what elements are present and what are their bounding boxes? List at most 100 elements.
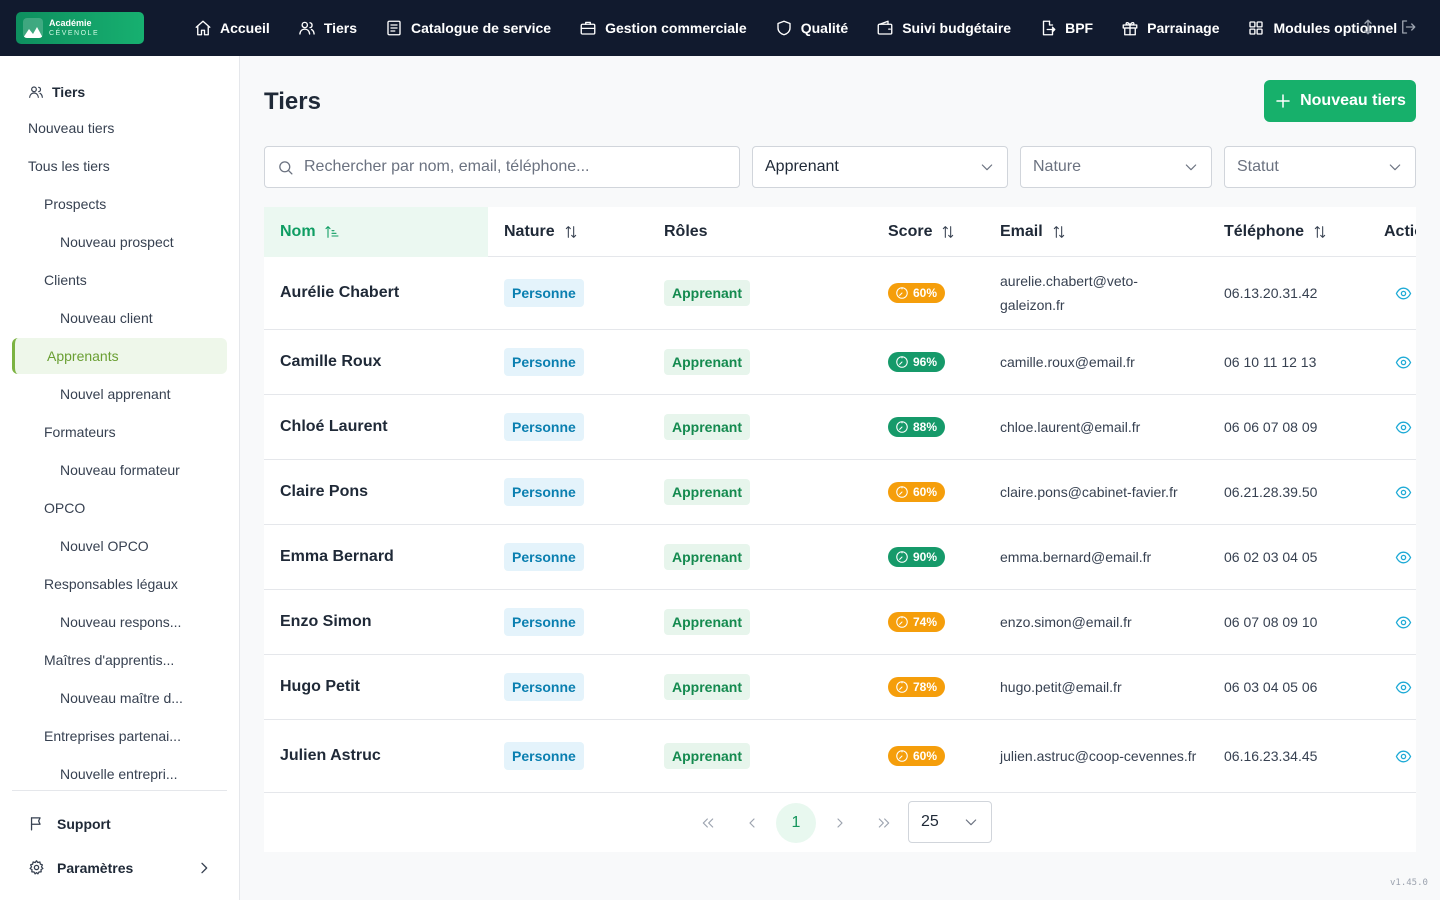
row-role-cell: Apprenant <box>664 257 750 329</box>
table-row[interactable]: Claire Pons Personne Apprenant 60% claire.po… <box>264 460 1416 525</box>
sidebar-item-opco[interactable]: OPCO <box>44 490 85 526</box>
home-icon <box>195 20 211 36</box>
gauge-icon <box>896 750 908 762</box>
row-nom[interactable]: Julien Astruc <box>280 720 381 792</box>
row-role-cell: Apprenant <box>664 395 750 459</box>
column-header-nature[interactable]: Nature <box>504 207 579 257</box>
gauge-icon <box>896 356 908 368</box>
wallet-icon <box>877 20 893 35</box>
chevron-right-icon[interactable] <box>196 860 212 876</box>
nav-item-bpf[interactable]: BPF <box>1025 0 1107 56</box>
column-header-email[interactable]: Email <box>1000 207 1067 257</box>
sidebar-item-nouveau-tiers[interactable]: Nouveau tiers <box>28 110 114 146</box>
logout-icon[interactable] <box>1399 18 1417 36</box>
table-row[interactable]: Aurélie Chabert Personne Apprenant 60% aurel… <box>264 257 1416 330</box>
nature-badge: Personne <box>504 279 584 307</box>
next-page-button[interactable] <box>820 803 860 843</box>
sidebar-item-nouveau-maitre[interactable]: Nouveau maître d... <box>60 680 183 716</box>
sidebar-header[interactable]: Tiers <box>28 84 85 100</box>
row-nom[interactable]: Chloé Laurent <box>280 395 388 459</box>
row-nature-cell: Personne <box>504 655 584 719</box>
sidebar-item-nouveau-client[interactable]: Nouveau client <box>60 300 153 336</box>
column-header-score[interactable]: Score <box>888 207 956 257</box>
table-row[interactable]: Enzo Simon Personne Apprenant 74% enzo.simon… <box>264 590 1416 655</box>
column-header-label: Nom <box>280 223 316 240</box>
view-button[interactable] <box>1395 590 1412 654</box>
view-button[interactable] <box>1395 257 1412 329</box>
sidebar: Tiers Nouveau tiers Tous les tiers Prosp… <box>0 56 240 900</box>
nav-item-qualite[interactable]: Qualité <box>761 0 862 56</box>
table-row[interactable]: Chloé Laurent Personne Apprenant 88% chloe.l… <box>264 395 1416 460</box>
sidebar-support[interactable]: Support <box>28 815 111 832</box>
sidebar-item-tous-les-tiers[interactable]: Tous les tiers <box>28 148 110 184</box>
nav-item-suivi-budgetaire[interactable]: Suivi budgétaire <box>862 0 1025 56</box>
sidebar-item-maitres-apprentissage[interactable]: Maîtres d'apprentis... <box>44 642 174 678</box>
nav-item-parrainage[interactable]: Parrainage <box>1107 0 1233 56</box>
eye-icon <box>1395 486 1412 498</box>
row-score-cell: 74% <box>888 590 946 654</box>
row-email: claire.pons@cabinet-favier.fr <box>1000 484 1178 500</box>
table-row[interactable]: Emma Bernard Personne Apprenant 90% emma.ber… <box>264 525 1416 590</box>
role-filter-select[interactable]: Apprenant <box>752 146 1008 188</box>
chevron-right-icon <box>837 818 843 828</box>
sidebar-item-nouveau-formateur[interactable]: Nouveau formateur <box>60 452 180 488</box>
sidebar-settings[interactable]: Paramètres <box>28 859 133 876</box>
view-button[interactable] <box>1395 720 1412 792</box>
sidebar-item-nouvel-opco[interactable]: Nouvel OPCO <box>60 528 149 564</box>
nav-item-catalogue[interactable]: Catalogue de service <box>371 0 565 56</box>
column-header-label: Actions <box>1384 223 1416 240</box>
sidebar-item-nouvel-apprenant[interactable]: Nouvel apprenant <box>60 376 171 412</box>
sidebar-item-nouveau-responsable[interactable]: Nouveau respons... <box>60 604 181 640</box>
view-button[interactable] <box>1395 460 1412 524</box>
row-nom[interactable]: Emma Bernard <box>280 525 394 589</box>
row-nom[interactable]: Hugo Petit <box>280 655 360 719</box>
search-icon <box>279 160 293 175</box>
sidebar-item-nouvelle-entreprise[interactable]: Nouvelle entrepri... <box>60 756 178 792</box>
first-page-button[interactable] <box>688 803 728 843</box>
view-button[interactable] <box>1395 395 1412 459</box>
table-row[interactable]: Julien Astruc Personne Apprenant 60% julien.… <box>264 720 1416 793</box>
brand-logo[interactable]: Académie CÉVENOLE <box>16 12 144 44</box>
nature-filter-select[interactable]: Nature <box>1020 146 1212 188</box>
sidebar-item-formateurs[interactable]: Formateurs <box>44 414 116 450</box>
users-icon <box>29 86 43 98</box>
row-nom[interactable]: Aurélie Chabert <box>280 257 399 329</box>
nav-item-modules-optionnel[interactable]: Modules optionnel <box>1233 0 1411 56</box>
sort-icon <box>943 226 954 238</box>
row-telephone: 06.13.20.31.42 <box>1224 285 1318 301</box>
search-input[interactable] <box>304 158 724 176</box>
nav-item-gestion-commerciale[interactable]: Gestion commerciale <box>565 0 761 56</box>
view-button[interactable] <box>1395 525 1412 589</box>
new-tiers-button[interactable]: Nouveau tiers <box>1264 80 1416 122</box>
row-nom[interactable]: Camille Roux <box>280 330 381 394</box>
sidebar-item-clients[interactable]: Clients <box>44 262 87 298</box>
page-button-current[interactable]: 1 <box>776 803 816 843</box>
role-badge: Apprenant <box>664 349 750 375</box>
sidebar-item-prospects[interactable]: Prospects <box>44 186 106 222</box>
row-nom[interactable]: Claire Pons <box>280 460 368 524</box>
view-button[interactable] <box>1395 330 1412 394</box>
gift-icon <box>1122 21 1138 36</box>
page-size-select[interactable]: 25 <box>908 801 992 843</box>
table-row[interactable]: Camille Roux Personne Apprenant 96% camille.… <box>264 330 1416 395</box>
app-version: v1.45.0 <box>1390 878 1428 888</box>
row-role-cell: Apprenant <box>664 655 750 719</box>
status-filter-select[interactable]: Statut <box>1224 146 1416 188</box>
column-header-label: Nature <box>504 223 555 240</box>
nav-item-tiers[interactable]: Tiers <box>284 0 371 56</box>
row-telephone: 06.21.28.39.50 <box>1224 484 1318 500</box>
view-button[interactable] <box>1395 655 1412 719</box>
last-page-button[interactable] <box>864 803 904 843</box>
column-header-nom[interactable]: Nom <box>264 207 488 257</box>
sidebar-item-nouveau-prospect[interactable]: Nouveau prospect <box>60 224 174 260</box>
row-nom[interactable]: Enzo Simon <box>280 590 372 654</box>
column-header-telephone[interactable]: Téléphone <box>1224 207 1328 257</box>
nav-item-accueil[interactable]: Accueil <box>180 0 284 56</box>
previous-page-button[interactable] <box>732 803 772 843</box>
table-row[interactable]: Hugo Petit Personne Apprenant 78% hugo.petit… <box>264 655 1416 720</box>
sidebar-item-responsables-legaux[interactable]: Responsables légaux <box>44 566 178 602</box>
column-header-label: Téléphone <box>1224 223 1305 240</box>
reorder-arrows-icon[interactable] <box>1359 18 1377 36</box>
sidebar-item-apprenants[interactable]: Apprenants <box>12 338 227 374</box>
sidebar-item-entreprises-partenaires[interactable]: Entreprises partenai... <box>44 718 181 754</box>
